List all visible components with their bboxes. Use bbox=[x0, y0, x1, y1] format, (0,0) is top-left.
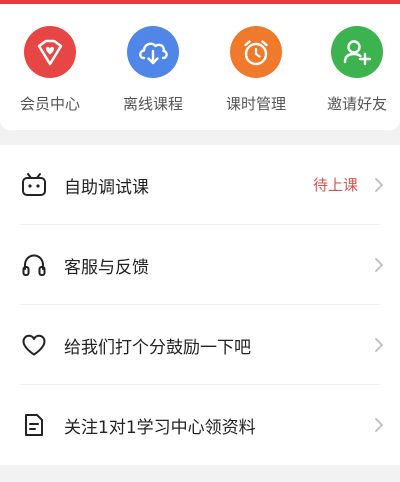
menu-item-customer-service[interactable]: 客服与反馈 bbox=[0, 225, 400, 305]
menu-item-rate-us[interactable]: 给我们打个分鼓励一下吧 bbox=[0, 305, 400, 385]
alarm-clock-icon bbox=[230, 26, 282, 78]
menu-item-label: 自助调试课 bbox=[64, 178, 149, 198]
quick-action-label: 课时管理 bbox=[225, 95, 286, 113]
chevron-right-icon bbox=[372, 256, 386, 274]
menu-item-label: 关注1对1学习中心领资料 bbox=[64, 418, 256, 438]
quick-action-label: 邀请好友 bbox=[326, 95, 387, 113]
robot-icon bbox=[20, 171, 48, 199]
menu-item-label: 给我们打个分鼓励一下吧 bbox=[64, 338, 251, 358]
quick-actions-card: 会员中心 离线课程 课时管理 邀请好友 bbox=[0, 4, 400, 130]
chevron-right-icon bbox=[372, 176, 386, 194]
menu-item-self-debug-class[interactable]: 自助调试课 待上课 bbox=[0, 145, 400, 225]
bottom-background bbox=[0, 465, 400, 482]
quick-action-invite-friends[interactable]: 邀请好友 bbox=[307, 26, 400, 126]
profile-page: 会员中心 离线课程 课时管理 邀请好友 自助调试课 待上课 客服与反馈 给我们打… bbox=[0, 0, 400, 482]
add-user-icon bbox=[331, 26, 383, 78]
menu-item-label: 客服与反馈 bbox=[64, 258, 149, 278]
quick-action-label: 会员中心 bbox=[19, 95, 80, 113]
menu-item-follow-learning-center[interactable]: 关注1对1学习中心领资料 bbox=[0, 385, 400, 465]
quick-action-member-center[interactable]: 会员中心 bbox=[0, 26, 100, 126]
quick-action-offline-courses[interactable]: 离线课程 bbox=[103, 26, 203, 126]
heart-outline-icon bbox=[20, 331, 48, 359]
headphones-icon bbox=[20, 251, 48, 279]
cloud-download-icon bbox=[127, 26, 179, 78]
chevron-right-icon bbox=[372, 416, 386, 434]
quick-action-label: 离线课程 bbox=[122, 95, 183, 113]
quick-action-lesson-management[interactable]: 课时管理 bbox=[206, 26, 306, 126]
chevron-right-icon bbox=[372, 336, 386, 354]
heart-badge-icon bbox=[24, 26, 76, 78]
document-icon bbox=[20, 411, 48, 439]
menu-list: 自助调试课 待上课 客服与反馈 给我们打个分鼓励一下吧 关注1对1学习中心领资料 bbox=[0, 145, 400, 465]
status-badge: 待上课 bbox=[312, 176, 358, 194]
